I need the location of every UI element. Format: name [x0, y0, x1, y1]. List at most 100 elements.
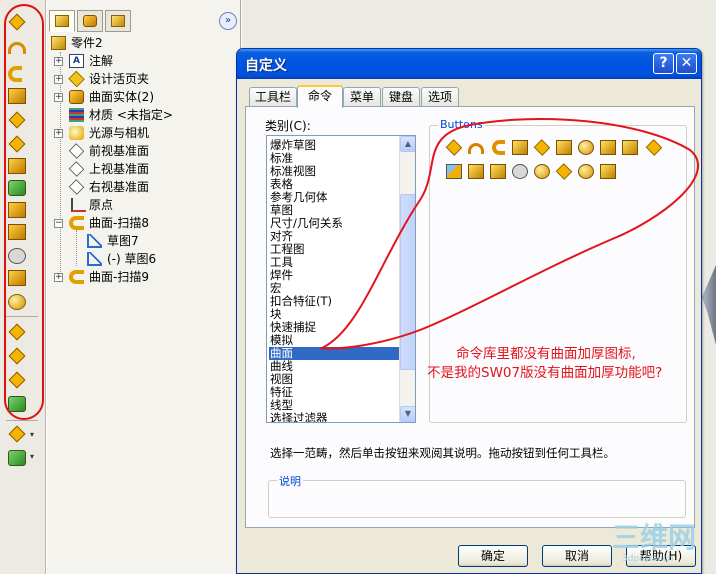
category-scrollbar[interactable]: ▲ ▼: [399, 136, 415, 422]
cancel-button[interactable]: 取消: [542, 545, 612, 567]
knit-surface-icon[interactable]: [446, 164, 462, 179]
expand-toggle[interactable]: +: [54, 129, 63, 138]
tab-options[interactable]: 选项: [421, 87, 459, 107]
tab-configuration-manager[interactable]: [105, 10, 131, 32]
sketch-icon: [87, 234, 102, 248]
extruded-surface-icon[interactable]: [445, 139, 463, 156]
watermark-subtext: 3dportal.cn: [622, 554, 674, 564]
tab-feature-manager[interactable]: [49, 10, 75, 32]
offset-surface-icon[interactable]: [556, 140, 572, 155]
lofted-surface-icon[interactable]: [512, 140, 528, 155]
tree-item-label: 材质 <未指定>: [89, 108, 173, 122]
tree-item[interactable]: 原点: [47, 196, 241, 214]
filled-surface-icon[interactable]: [8, 135, 26, 153]
radiate-surface-icon[interactable]: [8, 202, 26, 218]
trim-surface-icon[interactable]: [8, 323, 26, 341]
tab-commands[interactable]: 命令: [297, 85, 343, 108]
watermark-text: 三维网: [612, 521, 697, 554]
offset-surface-icon[interactable]: [8, 180, 26, 196]
ok-button[interactable]: 确定: [458, 545, 528, 567]
design-binder-icon: [68, 70, 85, 88]
category-item[interactable]: 扣合特征(T): [269, 295, 402, 308]
extend-surface-icon[interactable]: [8, 294, 26, 310]
swept-surface-icon[interactable]: [8, 66, 22, 82]
scroll-up-icon[interactable]: ▲: [400, 136, 415, 152]
swept-surface-icon[interactable]: [492, 140, 505, 155]
tree-item[interactable]: (-) 草图6: [47, 250, 241, 268]
split-line-icon[interactable]: [8, 450, 26, 466]
category-item[interactable]: 选择过滤器: [269, 412, 402, 423]
dropdown-arrow-icon[interactable]: ▾: [30, 430, 34, 439]
part-icon: [51, 36, 66, 50]
category-listbox[interactable]: 爆炸草图 标准 标准视图 表格 参考几何体 草图 尺寸/几何关系 对齐 工程图 …: [266, 135, 416, 423]
tree-item[interactable]: 右视基准面: [47, 178, 241, 196]
surface-bodies-icon: [69, 90, 84, 104]
boundary-surface-icon[interactable]: [533, 139, 551, 156]
untrim-surface-icon[interactable]: [555, 163, 573, 180]
annotation-line-2: 不是我的SW07版没有曲面加厚功能吧?: [427, 365, 663, 381]
revolved-surface-icon[interactable]: [468, 143, 484, 154]
tree-item[interactable]: + 光源与相机: [47, 124, 241, 142]
surface-sweep-icon: [69, 270, 84, 284]
expand-toggle[interactable]: +: [54, 57, 63, 66]
planar-surface-icon[interactable]: [8, 158, 26, 174]
tree-item[interactable]: 上视基准面: [47, 160, 241, 178]
tree-item[interactable]: 前视基准面: [47, 142, 241, 160]
expand-toggle[interactable]: +: [54, 75, 63, 84]
scroll-down-icon[interactable]: ▼: [400, 406, 415, 422]
lofted-surface-icon[interactable]: [8, 88, 26, 104]
radiate-surface-icon[interactable]: [578, 140, 594, 155]
delete-face-icon[interactable]: [8, 248, 26, 264]
tab-menus[interactable]: 菜单: [343, 87, 381, 107]
tree-item[interactable]: + A 注解: [47, 52, 241, 70]
extruded-surface-icon[interactable]: [8, 13, 26, 31]
tree-item-label: 注解: [89, 54, 114, 68]
thicken-icon[interactable]: [8, 396, 26, 412]
category-item[interactable]: 焊件: [269, 269, 402, 282]
dropdown-arrow-icon[interactable]: ▾: [30, 452, 34, 461]
revolved-surface-icon[interactable]: [8, 42, 26, 54]
ruled-surface-icon[interactable]: [600, 140, 616, 155]
scrollbar-thumb[interactable]: [400, 194, 415, 370]
tab-keyboard[interactable]: 键盘: [382, 87, 420, 107]
delete-face-icon[interactable]: [512, 164, 528, 179]
tree-item-label: 设计活页夹: [89, 72, 150, 86]
close-button[interactable]: ✕: [676, 53, 697, 74]
tree-item[interactable]: + 曲面实体(2): [47, 88, 241, 106]
tree-root[interactable]: 零件2: [47, 34, 241, 52]
tree-item[interactable]: 材质 <未指定>: [47, 106, 241, 124]
description-group: 说明: [268, 473, 686, 518]
cut-with-surface-icon[interactable]: [600, 164, 616, 179]
material-icon: [69, 108, 84, 122]
collapse-toggle[interactable]: −: [54, 219, 63, 228]
expand-panel-button[interactable]: »: [219, 12, 237, 30]
tree-item-label: 前视基准面: [89, 144, 150, 158]
toolbar-separator: [6, 420, 38, 421]
feature-manager-tabs: »: [47, 8, 241, 34]
replace-face-icon[interactable]: [8, 270, 26, 286]
extend-surface-icon[interactable]: [645, 139, 663, 156]
fill-surface-icon[interactable]: [490, 164, 506, 179]
ruled-surface-icon[interactable]: [8, 224, 26, 240]
tree-item[interactable]: + 设计活页夹: [47, 70, 241, 88]
boundary-surface-icon[interactable]: [8, 111, 26, 129]
untrim-surface-icon[interactable]: [8, 347, 26, 365]
knit-surface-icon[interactable]: [8, 371, 26, 389]
tree-item-label: (-) 草图6: [107, 252, 157, 266]
tab-toolbars[interactable]: 工具栏: [249, 87, 297, 107]
planar-surface-icon[interactable]: [622, 140, 638, 155]
annotation-icon: A: [69, 54, 84, 68]
tree-item[interactable]: 草图7: [47, 232, 241, 250]
expand-toggle[interactable]: +: [54, 93, 63, 102]
mid-surface-icon[interactable]: [8, 425, 26, 443]
dialog-title-bar[interactable]: 自定义 ? ✕: [237, 49, 701, 79]
tab-property-manager[interactable]: [77, 10, 103, 32]
tree-item[interactable]: + 曲面-扫描9: [47, 268, 241, 286]
mid-surface-icon[interactable]: [578, 164, 594, 179]
help-title-button[interactable]: ?: [653, 53, 674, 74]
trim-surface-icon[interactable]: [468, 164, 484, 179]
replace-face-icon[interactable]: [534, 164, 550, 179]
expand-toggle[interactable]: +: [54, 273, 63, 282]
tree-item-label: 曲面-扫描8: [89, 216, 149, 230]
lights-cameras-icon: [69, 126, 84, 140]
